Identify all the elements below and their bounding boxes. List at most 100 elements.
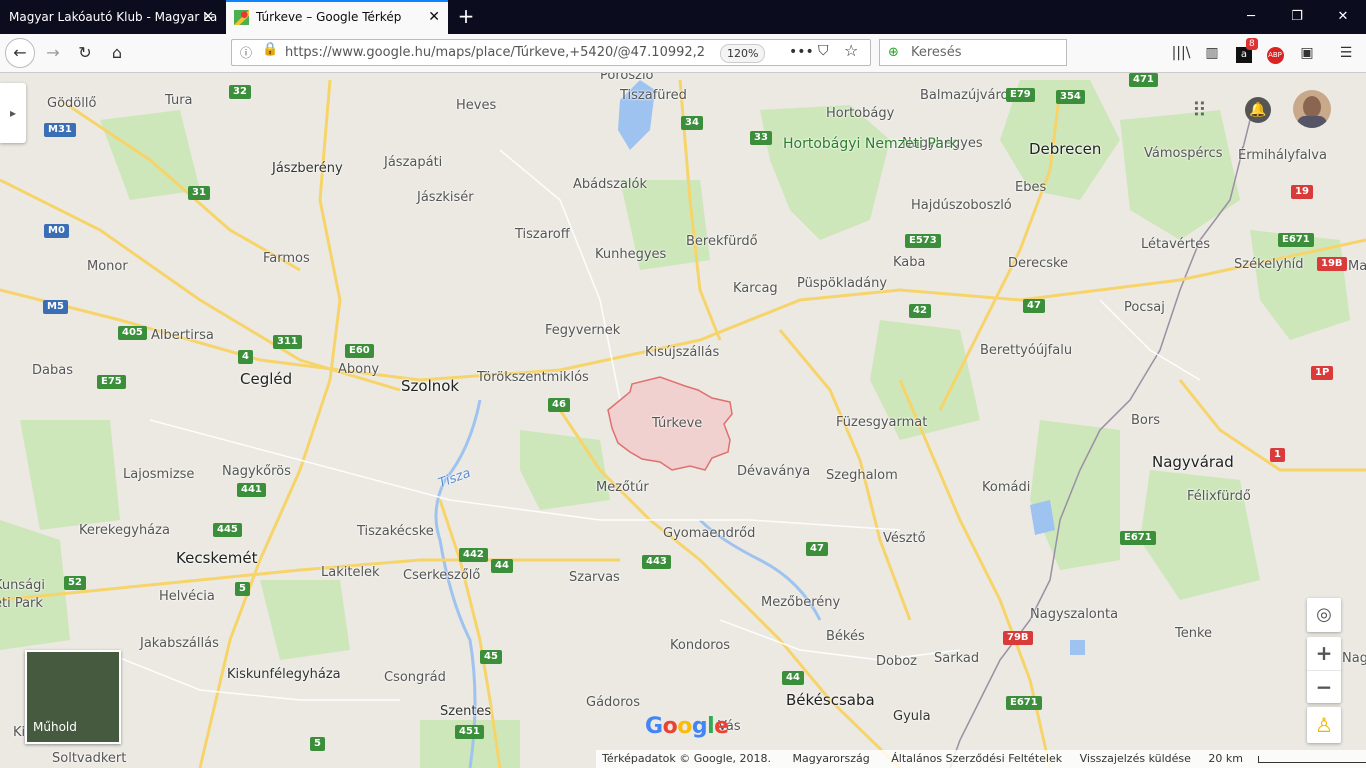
attribution-bar: Térképadatok © Google, 2018. Magyarorszá…: [596, 750, 1366, 768]
place-label: Ma: [1348, 259, 1366, 274]
place-label: Lakitelek: [321, 565, 380, 580]
place-label: Berekfürdő: [686, 234, 758, 249]
route-shield: E671: [1278, 233, 1314, 247]
route-shield: 79B: [1003, 631, 1033, 645]
scale-label[interactable]: 20 km: [1208, 752, 1243, 765]
page-actions-icon[interactable]: •••: [789, 40, 814, 64]
my-location-icon[interactable]: ◎: [1307, 598, 1341, 632]
pocket-icon[interactable]: ⛉: [818, 43, 829, 59]
place-label: Gödöllő: [47, 96, 97, 111]
tab-magyar-lakoauto[interactable]: Magyar Lakóautó Klub - Magyar La ✕: [0, 0, 222, 34]
notifications-icon[interactable]: 🔔: [1245, 97, 1271, 123]
sidebar-icon[interactable]: ▥: [1199, 40, 1225, 66]
route-shield: 354: [1056, 90, 1085, 104]
forward-icon[interactable]: →: [38, 38, 68, 68]
route-shield: 32: [229, 85, 251, 99]
place-label: Fegyvernek: [545, 323, 621, 338]
map-canvas[interactable]: Gödöllő Tura Heves Poroszló Tiszafüred H…: [0, 73, 1366, 768]
back-icon[interactable]: ←: [5, 38, 35, 68]
place-label: Kunsági: [0, 578, 45, 593]
place-label: Heves: [456, 98, 497, 113]
route-shield: E75: [97, 375, 126, 389]
home-icon[interactable]: ⌂: [102, 38, 132, 68]
feedback-link[interactable]: Visszajelzés küldése: [1080, 752, 1191, 765]
extension-icon[interactable]: a 8: [1231, 38, 1258, 66]
place-label: Derecske: [1008, 256, 1069, 271]
street-view-pegman-icon[interactable]: ♙: [1307, 707, 1341, 743]
place-label: Kondoros: [670, 638, 731, 653]
place-label: Doboz: [876, 654, 917, 669]
place-label: Monor: [87, 259, 128, 274]
minimize-icon[interactable]: ─: [1228, 0, 1274, 34]
place-label: Abony: [338, 362, 380, 377]
route-shield: E573: [905, 234, 941, 248]
place-label: Abádszalók: [573, 177, 648, 192]
reload-icon[interactable]: ↻: [70, 38, 100, 68]
close-icon[interactable]: ✕: [202, 0, 214, 34]
place-label: Vésztő: [883, 531, 926, 546]
apps-grid-icon[interactable]: ⠿: [1192, 98, 1207, 122]
place-label: Farmos: [263, 251, 310, 266]
place-label: Debrecen: [1029, 140, 1102, 158]
close-icon[interactable]: ✕: [428, 2, 440, 32]
place-label: Törökszentmiklós: [477, 370, 589, 385]
terms-link[interactable]: Általános Szerződési Feltételek: [891, 752, 1062, 765]
place-label: Mezőberény: [761, 595, 841, 610]
place-label: Füzesgyarmat: [836, 415, 928, 430]
place-label: Jászapáti: [384, 155, 443, 170]
browser-window: Magyar Lakóautó Klub - Magyar La ✕ Túrke…: [0, 0, 1366, 768]
route-shield: 442: [459, 548, 488, 562]
place-label: Soltvadkert: [52, 751, 127, 766]
route-shield: 45: [480, 650, 502, 664]
place-label: Nagyszalonta: [1030, 607, 1119, 622]
route-shield: M31: [44, 123, 76, 137]
bookmark-star-icon[interactable]: ☆: [844, 41, 858, 60]
route-shield: 5: [310, 737, 325, 751]
url-bar[interactable]: ⓘ 🔒 https://www.google.hu/maps/place/Túr…: [231, 39, 871, 66]
tab-turkeve-maps[interactable]: Túrkeve – Google Térkép ✕: [226, 0, 448, 34]
selected-place-label[interactable]: Túrkeve: [652, 416, 702, 431]
place-label: Kunhegyes: [595, 247, 667, 262]
place-label: Félixfürdő: [1187, 489, 1251, 504]
place-label: Szeghalom: [826, 468, 898, 483]
place-label: Jászkisér: [417, 190, 474, 205]
extension-m-icon[interactable]: ▣: [1294, 40, 1320, 66]
zoom-in-icon[interactable]: +: [1307, 637, 1341, 671]
adblock-icon[interactable]: ABP: [1262, 40, 1288, 66]
place-label: Pocsaj: [1124, 300, 1165, 315]
place-label: Szentes: [440, 704, 492, 719]
route-shield: E671: [1006, 696, 1042, 710]
restore-icon[interactable]: ❐: [1274, 0, 1320, 34]
place-label: Albertirsa: [151, 328, 214, 343]
place-label: Püspökladány: [797, 276, 888, 291]
zoom-indicator[interactable]: 120%: [720, 44, 766, 63]
satellite-toggle[interactable]: Műhold: [25, 650, 121, 744]
search-box[interactable]: ⊕ Keresés: [879, 39, 1067, 66]
place-label: Szarvas: [569, 570, 620, 585]
country-link[interactable]: Magyarország: [793, 752, 870, 765]
place-label: Hajdúszoboszló: [911, 198, 1012, 213]
place-label: Kisújszállás: [645, 345, 720, 360]
place-label: Kaba: [893, 255, 926, 270]
zoom-controls: + −: [1307, 637, 1341, 703]
new-tab-icon[interactable]: +: [456, 0, 476, 34]
info-icon[interactable]: ⓘ: [240, 44, 252, 61]
route-shield: E79: [1006, 88, 1035, 102]
place-label: Bors: [1131, 413, 1160, 428]
library-icon[interactable]: |||\: [1168, 40, 1194, 66]
menu-icon[interactable]: ☰: [1333, 40, 1359, 66]
route-shield: 1P: [1311, 366, 1334, 380]
route-shield: 471: [1129, 73, 1158, 87]
avatar[interactable]: [1293, 90, 1331, 128]
zoom-out-icon[interactable]: −: [1307, 671, 1341, 703]
search-placeholder: Keresés: [911, 45, 962, 60]
route-shield: 311: [273, 335, 302, 349]
place-label: Vámospércs: [1144, 146, 1223, 161]
route-shield: E60: [345, 344, 374, 358]
side-panel-toggle[interactable]: ▸: [0, 83, 26, 143]
place-label: Helvécia: [159, 589, 215, 604]
place-label: Tenke: [1175, 626, 1213, 641]
route-shield: 19: [1291, 185, 1313, 199]
place-label: Balmazújváros: [920, 88, 1016, 103]
close-window-icon[interactable]: ✕: [1320, 0, 1366, 34]
